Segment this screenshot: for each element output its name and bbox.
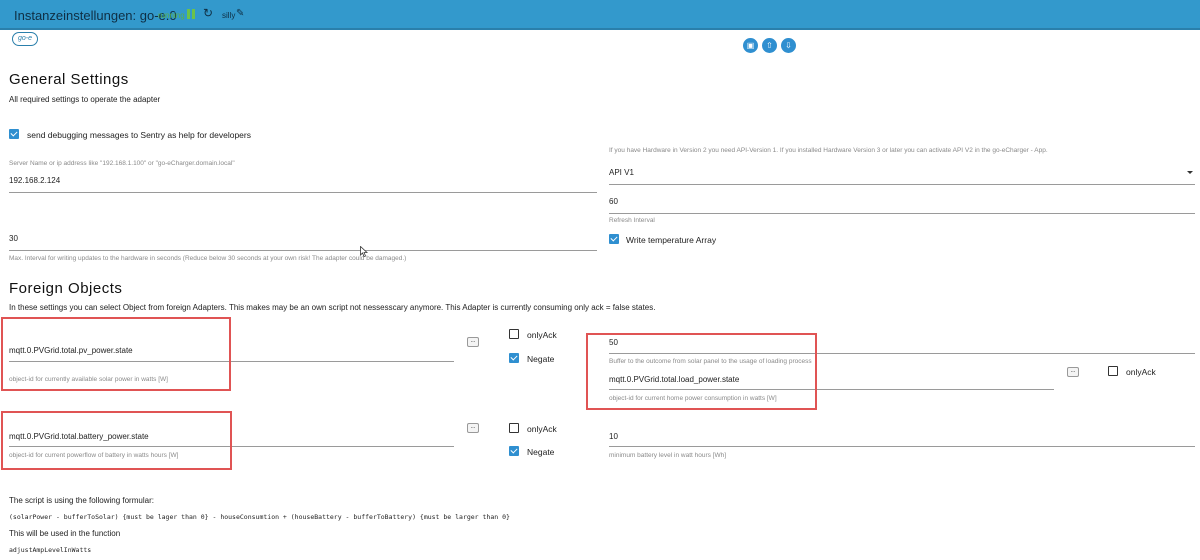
battery-onlyack-checkbox[interactable] <box>509 423 519 433</box>
server-input[interactable]: 192.168.2.124 <box>9 176 60 185</box>
formula-usage: This will be used in the function <box>9 529 121 538</box>
formula-intro: The script is using the following formul… <box>9 496 154 505</box>
pv-negate-label: Negate <box>527 354 555 364</box>
load-select-button[interactable]: ... <box>1067 367 1079 377</box>
download-button[interactable]: ⇩ <box>781 38 796 53</box>
general-settings-subtitle: All required settings to operate the ada… <box>9 95 161 104</box>
mouse-cursor-icon <box>360 246 368 257</box>
refresh-input[interactable]: 60 <box>609 197 618 206</box>
min-battery-help: minimum battery level in watt hours [Wh] <box>609 452 727 459</box>
edit-icon[interactable]: ✎ <box>236 8 244 19</box>
refresh-underline <box>609 213 1195 214</box>
sentry-label: send debugging messages to Sentry as hel… <box>27 130 251 140</box>
formula-expression: (solarPower - bufferToSolar) {must be la… <box>9 513 510 521</box>
min-battery-input[interactable]: 10 <box>609 432 618 441</box>
battery-negate-label: Negate <box>527 447 555 457</box>
load-onlyack-checkbox[interactable] <box>1108 366 1118 376</box>
server-help: Server Name or ip address like "192.168.… <box>9 160 235 167</box>
temperature-label: Write temperature Array <box>626 235 717 245</box>
upload-button[interactable]: ⇧ <box>762 38 777 53</box>
reload-icon[interactable]: ↻ <box>203 6 213 20</box>
temperature-checkbox[interactable] <box>609 234 619 244</box>
function-name: adjustAmpLevelInWatts <box>9 546 92 554</box>
load-onlyack-label: onlyAck <box>1126 367 1156 377</box>
highlight-box-load <box>586 333 817 410</box>
highlight-box-battery <box>1 411 232 470</box>
pv-select-button[interactable]: ... <box>467 337 479 347</box>
battery-negate-checkbox[interactable] <box>509 446 519 456</box>
chevron-down-icon[interactable] <box>1187 171 1193 174</box>
pv-onlyack-label: onlyAck <box>527 330 557 340</box>
go-e-logo: go-e <box>12 32 38 46</box>
foreign-objects-heading: Foreign Objects <box>9 280 123 297</box>
write-interval-underline <box>9 250 597 251</box>
page-title: Instanzeinstellungen: go-e.0 <box>14 8 177 23</box>
server-underline <box>9 192 597 193</box>
api-help: If you have Hardware in Version 2 you ne… <box>609 147 1048 154</box>
refresh-help: Refresh Interval <box>609 217 655 224</box>
open-readme-button[interactable]: ▣ <box>743 38 758 53</box>
title-bar: Instanzeinstellungen: go-e.0 running ↻ s… <box>0 0 1200 30</box>
api-select[interactable]: API V1 <box>609 168 634 177</box>
sentry-checkbox[interactable] <box>9 129 19 139</box>
instance-status: running <box>158 11 185 20</box>
foreign-objects-subtitle: In these settings you can select Object … <box>9 303 656 312</box>
battery-select-button[interactable]: ... <box>467 423 479 433</box>
log-level[interactable]: silly <box>222 11 235 20</box>
write-interval-help: Max. Interval for writing updates to the… <box>9 255 407 262</box>
pause-icon[interactable] <box>187 9 195 19</box>
battery-onlyack-label: onlyAck <box>527 424 557 434</box>
write-interval-input[interactable]: 30 <box>9 234 18 243</box>
general-settings-heading: General Settings <box>9 71 129 88</box>
pv-onlyack-checkbox[interactable] <box>509 329 519 339</box>
api-underline <box>609 184 1195 185</box>
pv-negate-checkbox[interactable] <box>509 353 519 363</box>
highlight-box-pv <box>1 317 231 391</box>
min-battery-underline <box>609 446 1195 447</box>
